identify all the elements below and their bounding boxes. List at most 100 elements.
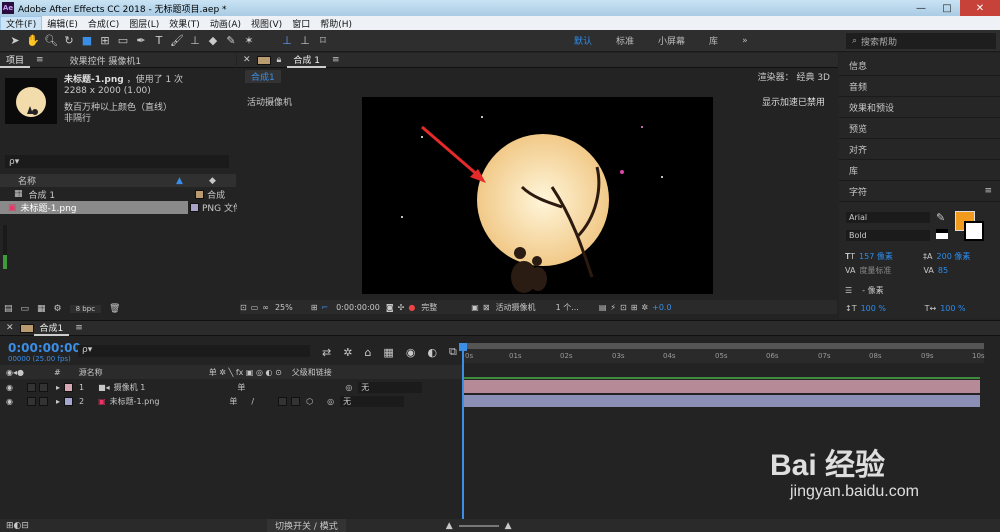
channels-icon[interactable]: ✣ [398, 303, 405, 312]
label-color-swatch[interactable] [195, 189, 205, 199]
eye-icon[interactable]: ◉ [6, 397, 13, 406]
quality-switch[interactable]: / [251, 397, 254, 406]
zoom-level-select[interactable]: 25% [275, 303, 293, 312]
view-axis-icon[interactable]: ⌑ [315, 33, 331, 49]
panel-menu-icon[interactable]: ≡ [326, 55, 346, 65]
horizontal-scale-value[interactable]: 100 % [940, 302, 965, 316]
help-search-input[interactable]: ⌕ 搜索帮助 [846, 33, 996, 49]
interpret-footage-icon[interactable]: ▤ [4, 304, 13, 314]
tab-composition[interactable]: 合成 1 [287, 53, 326, 68]
zoom-select-icon[interactable]: ∞ [262, 303, 269, 312]
expand-arrow-icon[interactable]: ▸ [56, 383, 60, 392]
layer-duration-bar[interactable] [464, 380, 980, 393]
eraser-tool-icon[interactable]: ◆ [205, 33, 221, 49]
resolution-select[interactable]: 完整 [421, 302, 437, 313]
zoom-out-icon[interactable]: ▲ [446, 521, 453, 531]
minimize-button[interactable]: — [908, 0, 934, 16]
rgb-icon[interactable]: ● [408, 303, 415, 312]
workspace-standard[interactable]: 标准 [604, 34, 646, 47]
layer-duration-bar[interactable] [464, 395, 980, 407]
views-layout-select[interactable]: 1 个... [556, 302, 579, 313]
shy-switch[interactable]: 单 [237, 382, 245, 393]
always-preview-icon[interactable]: ⊡ [240, 303, 247, 312]
rotate-tool-icon[interactable]: ↻ [61, 33, 77, 49]
stroke-width-value[interactable]: - 像素 [862, 284, 883, 298]
tab-project[interactable]: 项目 [0, 53, 31, 68]
layer-label-swatch[interactable] [64, 396, 73, 406]
lock-icon[interactable]: 🔒︎ [271, 55, 288, 65]
layer-name[interactable]: 未标题-1.png [110, 396, 160, 407]
transparency-grid-icon[interactable]: ▣ [471, 303, 479, 312]
panel-audio[interactable]: 音频 [839, 76, 1000, 97]
workspace-overflow-button[interactable]: » [730, 36, 760, 46]
menu-layer[interactable]: 图层(L) [124, 17, 164, 30]
roto-brush-tool-icon[interactable]: ✎ [223, 33, 239, 49]
exposure-reset-icon[interactable]: ✲ [641, 303, 648, 312]
leading-value[interactable]: 200 像素 [937, 250, 971, 264]
eye-icon[interactable]: ◉ [6, 383, 13, 392]
parent-select[interactable]: 无 [340, 395, 405, 407]
font-style-select[interactable]: Bold [846, 230, 930, 241]
viewer-timecode[interactable]: 0:00:00:00 [336, 303, 380, 312]
pick-whip-icon[interactable]: ◎ [345, 383, 352, 392]
font-size-value[interactable]: 157 像素 [859, 250, 909, 264]
playhead-handle[interactable] [459, 343, 467, 351]
roi-icon[interactable]: ⌐ [321, 303, 328, 312]
layer-name[interactable]: 摄像机 1 [114, 382, 146, 393]
new-folder-icon[interactable]: ▭ [21, 304, 30, 314]
timeline-search-input[interactable]: ρ▾ [78, 345, 310, 357]
tab-effect-controls[interactable]: 效果控件 摄像机1 [64, 54, 148, 67]
column-name[interactable]: 名称 [18, 174, 36, 187]
close-button[interactable]: ✕ [960, 0, 1000, 16]
timeline-link-icon[interactable]: ⊡ [620, 303, 627, 312]
settings-icon[interactable]: ⚙ [54, 304, 62, 314]
motion-blur-icon[interactable]: ◉ [406, 346, 416, 359]
layer-icon[interactable]: ⧉ [449, 345, 457, 359]
current-time[interactable]: 0:00:00:00 [8, 341, 81, 355]
layer-label-swatch[interactable] [64, 382, 73, 392]
snapshot-icon[interactable]: ◙ [386, 303, 394, 312]
bpc-button[interactable]: 8 bpc [69, 305, 102, 313]
renderer-info[interactable]: 渲染器： 经典 3D [758, 70, 830, 83]
layer-row[interactable]: ◉ ▸ 1 ■◂ 摄像机 1 单 ◎ 无 [0, 380, 462, 394]
timeline-zoom-slider[interactable] [458, 524, 499, 527]
column-source-name[interactable]: 源名称 [79, 367, 103, 378]
world-axis-icon[interactable]: ⊥ [297, 33, 313, 49]
label-column-icon[interactable]: ◆ [209, 176, 216, 186]
monitor-icon[interactable]: ▭ [251, 303, 259, 312]
brush-tool-icon[interactable]: 🖌︎ [169, 33, 185, 49]
panel-character[interactable]: 字符 ≡ [839, 181, 1000, 202]
panel-preview[interactable]: 预览 [839, 118, 1000, 139]
expand-arrow-icon[interactable]: ▸ [56, 397, 60, 406]
panel-menu-icon[interactable]: ≡ [984, 186, 992, 196]
region-icon[interactable]: ⊠ [483, 303, 490, 312]
3d-view-icon[interactable]: ▤ [599, 303, 607, 312]
playhead[interactable] [462, 343, 464, 532]
clone-stamp-tool-icon[interactable]: ⊥ [187, 33, 203, 49]
exposure-value[interactable]: +0.0 [652, 303, 671, 312]
tracking-value[interactable]: 85 [938, 264, 948, 278]
hand-tool-icon[interactable]: ✋ [25, 33, 41, 49]
new-composition-icon[interactable]: ▦ [37, 304, 46, 314]
close-tab-icon[interactable]: ✕ [237, 55, 257, 65]
menu-animation[interactable]: 动画(A) [205, 17, 246, 30]
comp-mini-flowchart-icon[interactable]: ⇄ [322, 346, 331, 359]
panel-info[interactable]: 信息 [839, 55, 1000, 76]
workspace-library[interactable]: 库 [697, 34, 730, 47]
type-tool-icon[interactable]: T [151, 33, 167, 49]
menu-window[interactable]: 窗口 [287, 17, 315, 30]
menu-view[interactable]: 视图(V) [246, 17, 287, 30]
project-item-comp[interactable]: ▦ 合成 1 合成 [0, 188, 236, 201]
panel-align[interactable]: 对齐 [839, 139, 1000, 160]
project-search-input[interactable]: ρ▾ [5, 155, 229, 168]
comp-flow-icon[interactable]: ⊞ [631, 303, 638, 312]
3d-layer-switch[interactable]: ⬡ [306, 397, 313, 406]
menu-composition[interactable]: 合成(C) [83, 17, 124, 30]
puppet-tool-icon[interactable]: ✶ [241, 33, 257, 49]
tab-timeline-comp[interactable]: 合成1 [33, 321, 70, 336]
eyedropper-icon[interactable]: ✎ [936, 211, 945, 224]
delete-icon[interactable]: 🗑︎ [109, 304, 120, 314]
layer-row[interactable]: ◉ ▸ 2 ▣ 未标题-1.png 单 / ⬡ ◎ 无 [0, 394, 462, 408]
view-select[interactable]: 活动摄像机 [496, 302, 536, 313]
comp-flow-tab[interactable]: 合成1 [245, 69, 281, 83]
